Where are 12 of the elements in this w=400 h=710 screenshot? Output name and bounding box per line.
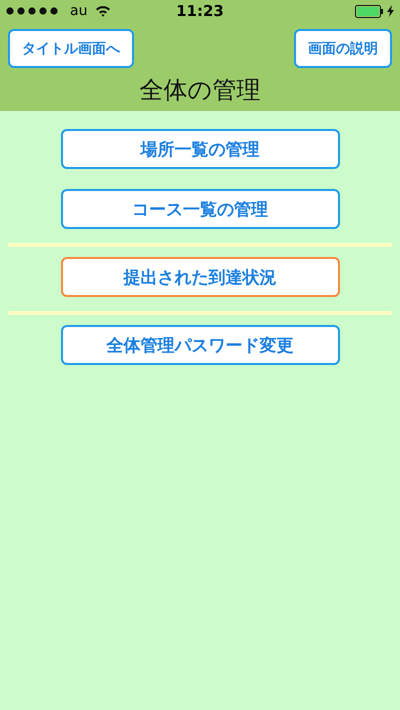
nav-button[interactable]: タイトル画面へ <box>8 29 134 68</box>
menu-button[interactable]: 提出された到達状況 <box>60 257 340 297</box>
screen-title: 全体の管理 <box>138 75 262 106</box>
charging-icon <box>387 5 394 17</box>
carrier-name: au <box>70 3 88 19</box>
nav-button[interactable]: 画面の説明 <box>294 29 392 68</box>
menu-button[interactable]: 全体管理パスワード変更 <box>60 325 340 365</box>
wifi-icon <box>95 5 112 17</box>
menu-button[interactable]: コース一覧の管理 <box>60 189 340 229</box>
battery-icon <box>355 4 384 18</box>
clock-time: 11:23 <box>175 2 225 20</box>
menu-button[interactable]: 場所一覧の管理 <box>60 129 340 169</box>
